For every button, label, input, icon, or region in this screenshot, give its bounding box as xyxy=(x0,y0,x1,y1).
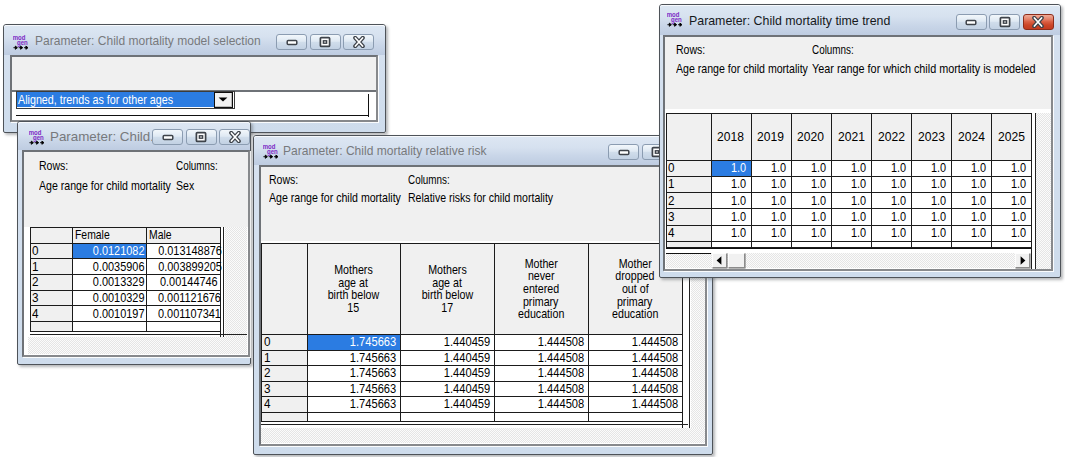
svg-text:gen: gen xyxy=(33,133,44,141)
svg-text:gen: gen xyxy=(17,38,28,46)
svg-text:gen: gen xyxy=(267,147,278,155)
svg-text:gen: gen xyxy=(671,15,682,23)
